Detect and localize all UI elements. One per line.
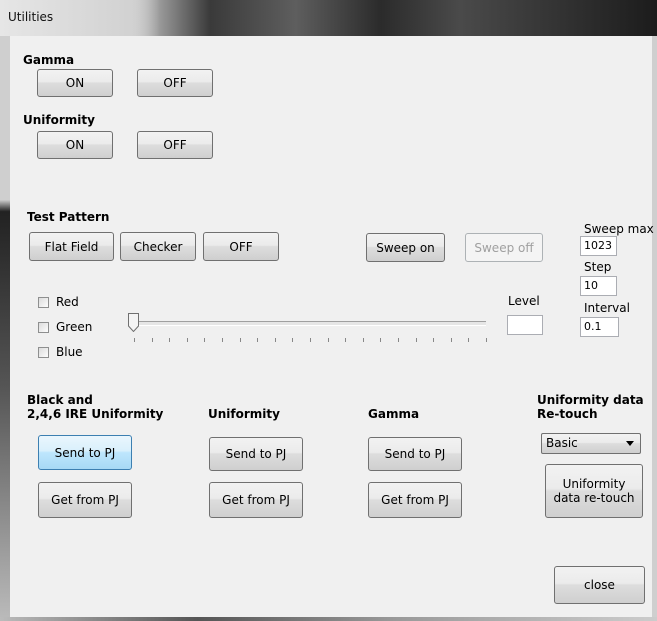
retouch-button-line1: Uniformity — [562, 477, 626, 491]
retouch-header-line2: Re-touch — [537, 407, 598, 421]
green-label: Green — [56, 320, 93, 334]
level-slider-tick — [380, 338, 382, 342]
level-slider-tick — [239, 338, 241, 342]
black-send-to-pj-button[interactable]: Send to PJ — [38, 435, 132, 470]
retouch-mode-selected: Basic — [546, 436, 578, 450]
retouch-mode-select[interactable]: Basic — [541, 433, 641, 454]
level-slider-tick — [327, 338, 329, 342]
level-slider-tick — [134, 338, 135, 342]
sweep-max-input[interactable]: 1023 — [580, 236, 617, 256]
close-button[interactable]: close — [554, 566, 645, 604]
uniformity-data-retouch-button[interactable]: Uniformity data re-touch — [545, 464, 643, 518]
window-title: Utilities — [8, 10, 54, 24]
level-slider-tick — [222, 338, 223, 342]
red-label: Red — [56, 295, 79, 309]
gamma-section-header: Gamma — [368, 407, 420, 421]
green-checkbox[interactable] — [38, 322, 49, 333]
black-get-from-pj-button[interactable]: Get from PJ — [38, 482, 132, 518]
retouch-header-line1: Uniformity data — [537, 393, 644, 407]
interval-input[interactable]: 0.1 — [580, 317, 619, 337]
window-title-area: Utilities — [0, 0, 160, 36]
gamma-header: Gamma — [23, 53, 75, 67]
gamma-get-from-pj-button[interactable]: Get from PJ — [368, 482, 462, 518]
utilities-dialog-body: Gamma ON OFF Uniformity ON OFF Test Patt… — [10, 36, 654, 617]
uniformity-off-button[interactable]: OFF — [137, 131, 213, 159]
step-label: Step — [584, 260, 612, 274]
test-pattern-off-button[interactable]: OFF — [203, 232, 279, 261]
black-ire-header-line1: Black and — [27, 393, 93, 407]
level-slider-tick — [151, 338, 153, 342]
window-frame-bottom — [0, 617, 657, 621]
level-input[interactable] — [507, 315, 543, 335]
level-slider-tick — [486, 338, 487, 342]
uniformity-header: Uniformity — [23, 113, 95, 127]
level-slider-tick — [468, 338, 470, 342]
step-input[interactable]: 10 — [580, 276, 617, 296]
sweep-off-button[interactable]: Sweep off — [465, 233, 543, 262]
level-slider-tick — [362, 338, 364, 342]
level-slider-tick — [415, 338, 417, 342]
sweep-on-button[interactable]: Sweep on — [366, 233, 445, 262]
level-slider-tick — [169, 338, 171, 342]
gamma-send-to-pj-button[interactable]: Send to PJ — [368, 437, 462, 471]
flat-field-button[interactable]: Flat Field — [29, 232, 114, 261]
chevron-down-icon — [626, 441, 634, 446]
sweep-max-label: Sweep max — [584, 222, 654, 236]
uniformity-on-button[interactable]: ON — [37, 131, 113, 159]
uniformity-send-to-pj-button[interactable]: Send to PJ — [209, 437, 303, 471]
test-pattern-header: Test Pattern — [27, 210, 110, 224]
window-frame-right — [652, 36, 657, 621]
blue-label: Blue — [56, 345, 83, 359]
red-checkbox[interactable] — [38, 297, 49, 308]
level-slider-tick — [257, 338, 259, 342]
level-slider-tick — [433, 338, 435, 342]
retouch-header: Uniformity data Re-touch — [537, 393, 644, 421]
level-label: Level — [508, 294, 540, 308]
interval-label: Interval — [584, 301, 630, 315]
title-bar[interactable]: Utilities — [0, 0, 657, 36]
level-slider-tick — [186, 338, 188, 342]
level-slider-tick — [204, 338, 206, 342]
level-slider-tick — [274, 338, 276, 342]
window-frame-left — [0, 36, 10, 621]
level-slider-tick — [310, 338, 311, 342]
uniformity-section-header: Uniformity — [208, 407, 280, 421]
retouch-button-line2: data re-touch — [553, 491, 635, 505]
gamma-on-button[interactable]: ON — [37, 69, 113, 97]
level-slider-tick — [292, 338, 294, 342]
black-ire-header-line2: 2,4,6 IRE Uniformity — [27, 407, 164, 421]
level-slider-track[interactable] — [134, 321, 486, 326]
blue-checkbox[interactable] — [38, 347, 49, 358]
level-slider-tick — [450, 338, 452, 342]
level-slider-tick — [398, 338, 399, 342]
gamma-off-button[interactable]: OFF — [137, 69, 213, 97]
level-slider-tick — [345, 338, 347, 342]
uniformity-get-from-pj-button[interactable]: Get from PJ — [209, 482, 303, 518]
black-ire-header: Black and 2,4,6 IRE Uniformity — [27, 393, 163, 421]
level-slider-thumb[interactable] — [128, 313, 139, 332]
checker-button[interactable]: Checker — [120, 232, 196, 261]
